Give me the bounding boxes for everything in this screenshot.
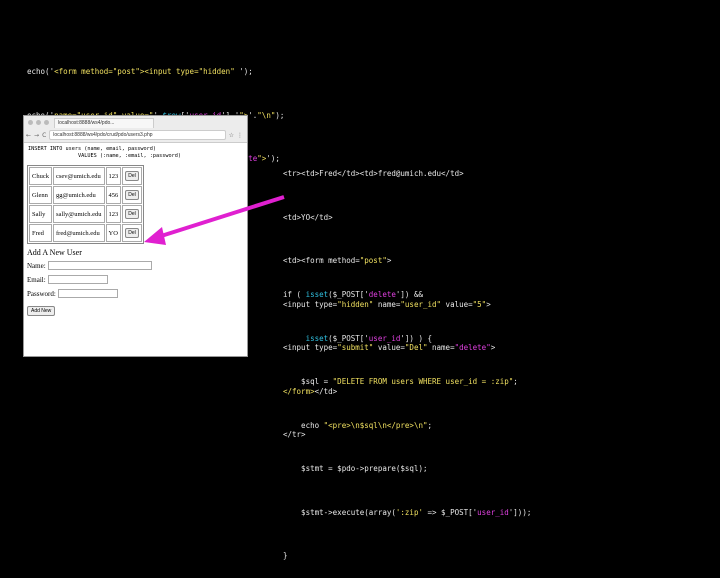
code-line: $stmt->execute(array(':zip' => $_POST['u… — [283, 507, 532, 517]
pointer-arrow — [144, 195, 285, 245]
arrow-head — [144, 227, 166, 245]
code-line: echo "<pre>\n$sql\n</pre>\n"; — [283, 420, 433, 430]
arrow-shaft — [157, 195, 285, 239]
code-line: } — [283, 551, 288, 560]
code-line: $stmt = $pdo->prepare($sql); — [283, 464, 428, 473]
